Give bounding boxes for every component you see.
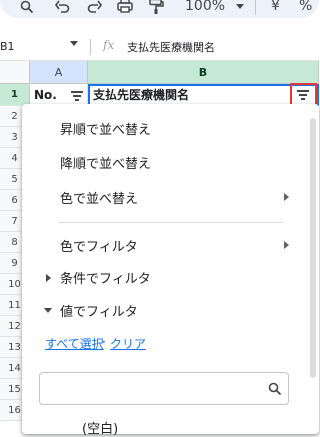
expand-icon[interactable]: [46, 274, 51, 282]
formula-bar: B1 fx 支払先医療機関名: [0, 34, 319, 61]
collapse-icon[interactable]: [44, 308, 52, 313]
submenu-arrow-icon: [284, 193, 289, 201]
search-icon: [268, 381, 282, 400]
percent-label: %: [299, 0, 313, 14]
currency-label: ¥: [271, 0, 280, 14]
filter-menu: 昇順で並べ替え 降順で並べ替え 色で並べ替え 色でフィルタ 条件でフィルタ 値で…: [22, 104, 319, 437]
filter-by-color-item[interactable]: 色でフィルタ: [60, 236, 138, 255]
currency-format-button[interactable]: ¥: [271, 0, 280, 13]
link-separator: ·: [102, 335, 106, 349]
header-no-label: No.: [34, 88, 57, 102]
print-icon[interactable]: [117, 0, 133, 13]
redo-icon[interactable]: [86, 0, 102, 13]
select-all-corner[interactable]: [0, 61, 30, 84]
sort-desc-item[interactable]: 降順で並べ替え: [60, 153, 151, 172]
cell-b1[interactable]: 支払先医療機関名: [88, 84, 319, 106]
select-all-link[interactable]: すべて選択: [45, 335, 104, 352]
value-search-input[interactable]: [46, 379, 260, 399]
percent-format-button[interactable]: %: [299, 0, 312, 13]
zoom-value: 100%: [185, 0, 226, 14]
search-menus-icon[interactable]: [20, 0, 34, 14]
toolbar-divider: [255, 0, 256, 15]
zoom-select[interactable]: 100%: [185, 0, 225, 13]
name-box-dropdown-icon[interactable]: [70, 41, 78, 46]
row-header[interactable]: 1: [0, 84, 30, 106]
zoom-dropdown-icon[interactable]: [236, 4, 244, 9]
name-box[interactable]: B1: [0, 40, 15, 53]
value-option-blank[interactable]: (空白): [82, 418, 118, 437]
menu-divider: [58, 222, 283, 223]
clear-link[interactable]: クリア: [110, 335, 146, 352]
column-header-a[interactable]: A: [30, 61, 88, 84]
header-provider-label: 支払先医療機関名: [93, 88, 190, 102]
filter-by-condition-item[interactable]: 条件でフィルタ: [60, 268, 151, 287]
formula-divider: [90, 39, 91, 55]
sort-asc-item[interactable]: 昇順で並べ替え: [60, 119, 151, 138]
menu-scrollbar[interactable]: [310, 118, 316, 378]
filter-icon[interactable]: [71, 91, 83, 101]
value-search-box[interactable]: [39, 372, 289, 405]
formula-input[interactable]: 支払先医療機関名: [127, 39, 215, 55]
column-header-b[interactable]: B: [88, 61, 319, 84]
submenu-arrow-icon: [284, 241, 289, 249]
undo-icon[interactable]: [55, 0, 71, 13]
filter-by-value-item[interactable]: 値でフィルタ: [60, 301, 138, 320]
fx-icon: fx: [103, 38, 115, 52]
sort-by-color-item[interactable]: 色で並べ替え: [60, 188, 138, 207]
paint-format-icon[interactable]: [148, 0, 164, 14]
